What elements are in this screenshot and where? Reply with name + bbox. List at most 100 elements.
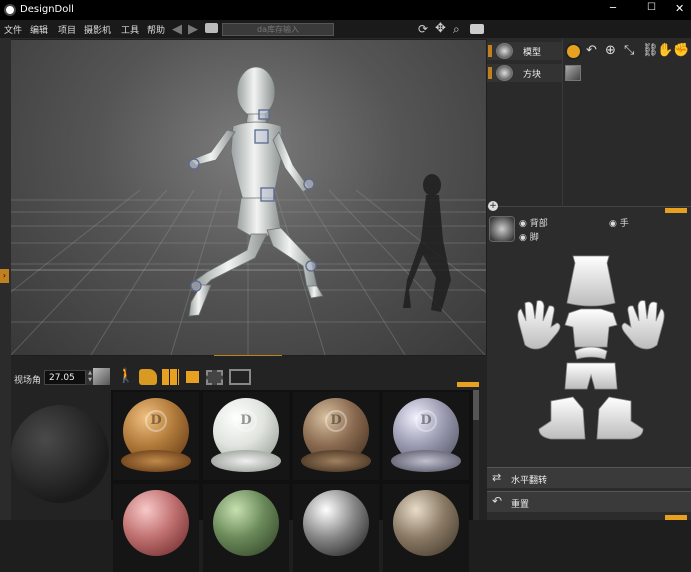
clothing-parts-picker[interactable] — [511, 251, 671, 466]
camera-icon[interactable] — [205, 23, 218, 33]
back-piece — [566, 255, 616, 307]
flip-horizontal-button[interactable]: ⇄ 水平翻转 — [487, 467, 691, 488]
material-sphere — [123, 490, 189, 556]
shirt-piece — [564, 308, 618, 348]
block-cube-icon[interactable] — [565, 65, 581, 81]
part-radio-feet[interactable]: ◉ 脚 — [519, 230, 539, 243]
panel-resize-handle[interactable] — [665, 515, 687, 520]
doll-icon — [496, 65, 513, 81]
window-title: DesignDoll — [20, 4, 74, 15]
right-glove — [621, 300, 665, 350]
menu-tools[interactable]: 工具 — [121, 23, 139, 36]
scene-tree: 模型 方块 ↶ ⊕ ⤡ ⛓ ✋ ✊ + — [487, 39, 691, 211]
lighting-sphere-preview[interactable] — [11, 405, 109, 503]
cube-view-icon[interactable] — [93, 368, 110, 385]
add-item-icon[interactable]: + — [488, 201, 498, 211]
material-swatch[interactable]: D — [113, 392, 199, 480]
fov-input[interactable]: 27.05 — [44, 370, 86, 385]
part-radio-back[interactable]: ◉ 背部 — [519, 216, 548, 229]
material-sphere — [393, 490, 459, 556]
move-icon[interactable]: ✥ — [435, 21, 446, 36]
left-panel-strip: › — [0, 39, 11, 520]
chest-joint-handle — [254, 129, 269, 144]
material-grid: D D D D — [111, 390, 479, 572]
material-swatch[interactable] — [383, 484, 469, 572]
forward-arrow-icon[interactable]: ▶ — [188, 22, 198, 37]
part-label: 手 — [619, 219, 629, 229]
reset-button[interactable]: ↶ 重置 — [487, 491, 691, 512]
back-arrow-icon[interactable]: ◀ — [172, 22, 182, 37]
hip-joint-handle — [260, 187, 275, 202]
menu-help[interactable]: 帮助 — [147, 23, 165, 36]
figure-walk-icon[interactable]: 🚶 — [117, 368, 134, 384]
panel-resize-handle[interactable] — [457, 382, 479, 387]
swap-arrows-icon: ⇄ — [492, 471, 502, 484]
rotate-joint-icon[interactable]: ↶ — [586, 43, 597, 58]
app-logo-icon — [4, 4, 16, 16]
select-target-icon[interactable] — [565, 43, 582, 60]
material-swatch[interactable] — [113, 484, 199, 572]
left-knee-joint — [190, 280, 202, 292]
expand-left-panel-icon[interactable]: › — [0, 269, 9, 283]
material-swatch[interactable]: D — [383, 392, 469, 480]
zoom-icon[interactable]: ⌕ — [453, 22, 460, 37]
3d-viewport[interactable] — [11, 40, 486, 355]
menu-file[interactable]: 文件 — [4, 23, 22, 36]
undo-icon: ↶ — [492, 494, 503, 508]
tree-item-model[interactable]: 模型 — [487, 42, 562, 60]
d-logo-icon: D — [235, 410, 257, 432]
bottom-panel: 视场角 27.05 ▲ ▼ 🚶 D D D D — [11, 356, 487, 572]
tree-item-block[interactable]: 方块 — [487, 64, 562, 82]
shorts-piece — [564, 362, 618, 390]
close-button[interactable]: ✕ — [675, 2, 684, 15]
material-swatch[interactable]: D — [293, 392, 379, 480]
material-swatch[interactable] — [293, 484, 379, 572]
neck-joint-handle — [258, 109, 270, 120]
left-glove — [517, 300, 561, 350]
left-boot — [538, 396, 586, 440]
watering-can-icon[interactable] — [139, 369, 157, 385]
part-label: 脚 — [529, 233, 539, 243]
tree-divider — [562, 39, 563, 207]
menu-camera[interactable]: 摄影机 — [84, 23, 111, 36]
right-boot — [596, 396, 644, 440]
fov-value: 27.05 — [49, 373, 75, 383]
material-swatch[interactable]: D — [203, 392, 289, 480]
wall-block-icon[interactable] — [162, 369, 179, 385]
menu-edit[interactable]: 编辑 — [30, 23, 48, 36]
reset-label: 重置 — [511, 500, 530, 510]
menu-project[interactable]: 项目 — [58, 23, 76, 36]
tree-item-label: 模型 — [523, 48, 542, 58]
collapse-marker-icon — [488, 67, 492, 79]
move-joint-icon[interactable]: ⤡ — [624, 43, 634, 58]
part-radio-hands[interactable]: ◉ 手 — [609, 216, 629, 229]
hand-grab-icon[interactable]: ✊ — [673, 43, 689, 58]
doll-icon[interactable] — [489, 216, 515, 242]
rotate-icon[interactable]: ⟳ — [418, 22, 428, 36]
material-scrollbar[interactable] — [473, 390, 479, 520]
menu-bar: 文件 编辑 项目 摄影机 工具 帮助 ◀ ▶ ⟳ ✥ ⌕ — [0, 20, 691, 39]
frame-icon[interactable] — [229, 369, 251, 385]
screenshot-camera-icon[interactable] — [470, 24, 484, 34]
flip-label: 水平翻转 — [511, 476, 548, 486]
tree-item-label: 方块 — [523, 70, 542, 80]
right-knee-joint — [305, 260, 317, 272]
zoom-joint-icon[interactable]: ⊕ — [605, 43, 616, 58]
right-hand-joint — [303, 178, 315, 190]
part-label: 背部 — [529, 219, 548, 229]
left-hand-joint — [188, 158, 200, 170]
collapse-marker-icon — [488, 45, 492, 57]
search-input[interactable] — [222, 23, 334, 36]
d-logo-icon: D — [415, 410, 437, 432]
material-sphere — [213, 490, 279, 556]
hand-open-icon[interactable]: ✋ — [657, 43, 673, 58]
minimize-button[interactable]: ─ — [610, 3, 616, 14]
filmstrip-icon[interactable] — [206, 370, 223, 385]
material-swatch[interactable] — [203, 484, 289, 572]
right-panel: 模型 方块 ↶ ⊕ ⤡ ⛓ ✋ ✊ + ◉ 背部 ◉ 手 ◉ 脚 ⇄ 水平翻转 … — [487, 39, 691, 520]
doll-figure[interactable] — [11, 40, 486, 355]
d-logo-icon: D — [145, 410, 167, 432]
box-icon[interactable] — [184, 369, 201, 385]
parts-panel: ◉ 背部 ◉ 手 ◉ 脚 — [487, 213, 691, 465]
maximize-button[interactable]: ☐ — [647, 2, 656, 13]
